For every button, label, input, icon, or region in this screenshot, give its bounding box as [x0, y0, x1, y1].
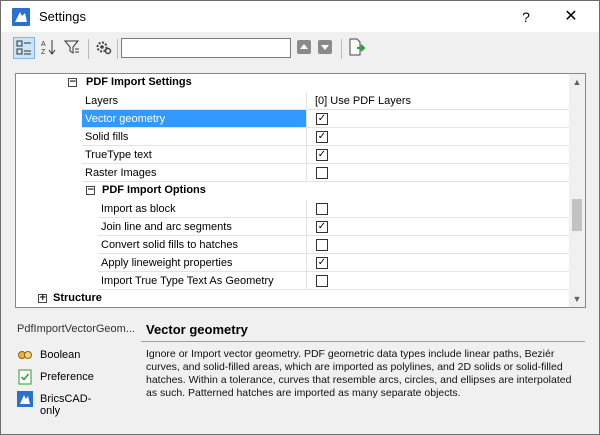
property-value [307, 164, 569, 182]
variable-name: PdfImportVectorGeom... [17, 323, 135, 335]
category-structure[interactable]: + Structure [16, 290, 569, 307]
solid-fills-checkbox[interactable]: ✓ [316, 131, 328, 143]
property-value [307, 200, 569, 218]
convert-solid-fills-checkbox[interactable] [316, 239, 328, 251]
move-up-button[interactable] [297, 40, 311, 54]
property-row-join-segments[interactable]: Join line and arc segments ✓ [16, 218, 569, 236]
legend-label: Preference [40, 371, 94, 383]
import-truetype-geometry-checkbox[interactable] [316, 275, 328, 287]
category-pdf-import-settings[interactable]: − PDF Import Settings [16, 74, 569, 92]
toolbar-separator [117, 39, 118, 59]
description-title: Vector geometry [146, 322, 248, 337]
property-name: Raster Images [82, 164, 307, 182]
property-name: Import True Type Text As Geometry [98, 272, 307, 290]
sort-az-icon: A Z [41, 40, 56, 56]
vertical-scrollbar[interactable]: ▲ ▼ [569, 74, 585, 307]
settings-window: Settings ? ✕ A Z − PDF Import Settings L… [0, 0, 600, 435]
description-text: Ignore or Import vector geometry. PDF ge… [146, 348, 572, 399]
title-bar: Settings ? ✕ [1, 1, 599, 32]
import-as-block-checkbox[interactable] [316, 203, 328, 215]
boolean-icon [18, 351, 32, 359]
category-label: PDF Import Settings [86, 76, 192, 88]
property-row-convert-solid-fills[interactable]: Convert solid fills to hatches [16, 236, 569, 254]
property-value: ✓ [307, 146, 569, 164]
filter-button[interactable] [62, 37, 84, 59]
raster-images-checkbox[interactable] [316, 167, 328, 179]
bricscad-app-icon [12, 8, 30, 26]
collapse-icon[interactable]: − [86, 186, 95, 195]
legend-label: Boolean [40, 349, 81, 361]
property-row-import-truetype-geometry[interactable]: Import True Type Text As Geometry [16, 272, 569, 290]
property-row-solid-fills[interactable]: Solid fills ✓ [16, 128, 569, 146]
description-divider [141, 341, 585, 342]
category-label: PDF Import Options [102, 184, 206, 196]
preference-icon [18, 369, 32, 385]
settings-tree: − PDF Import Settings Layers [0] Use PDF… [16, 74, 569, 307]
property-value: ✓ [307, 254, 569, 272]
settings-tree-panel: − PDF Import Settings Layers [0] Use PDF… [15, 73, 586, 308]
property-value [307, 272, 569, 290]
property-name: TrueType text [82, 146, 307, 164]
svg-text:A: A [41, 41, 46, 48]
scroll-up-icon[interactable]: ▲ [569, 74, 585, 90]
property-row-layers[interactable]: Layers [0] Use PDF Layers [16, 92, 569, 110]
category-label: Structure [53, 292, 102, 304]
scroll-down-icon[interactable]: ▼ [569, 291, 585, 307]
legend-label: BricsCAD-only [40, 393, 92, 417]
filter-icon [63, 40, 80, 54]
gear-icon [96, 41, 112, 55]
apply-lineweight-checkbox[interactable]: ✓ [316, 257, 328, 269]
arrow-down-icon [321, 45, 329, 50]
property-value: ✓ [307, 218, 569, 236]
property-row-raster-images[interactable]: Raster Images [16, 164, 569, 182]
svg-text:Z: Z [41, 49, 46, 56]
property-value [307, 236, 569, 254]
collapse-icon[interactable]: − [68, 78, 77, 87]
toolbar-separator [88, 39, 89, 59]
help-button[interactable]: ? [512, 6, 540, 28]
window-title: Settings [39, 9, 86, 24]
expand-icon[interactable]: + [38, 294, 47, 303]
alphabetical-view-button[interactable]: A Z [38, 37, 60, 59]
toolbar-separator [341, 39, 342, 59]
property-value: ✓ [307, 110, 569, 128]
category-pdf-import-options[interactable]: − PDF Import Options [16, 182, 569, 200]
property-name: Vector geometry [82, 110, 307, 128]
property-name: Convert solid fills to hatches [98, 236, 307, 254]
property-name: Apply lineweight properties [98, 254, 307, 272]
property-name: Layers [82, 92, 307, 110]
property-row-apply-lineweight[interactable]: Apply lineweight properties ✓ [16, 254, 569, 272]
toolbar: A Z [1, 32, 599, 66]
settings-button[interactable] [93, 37, 115, 59]
property-name: Solid fills [82, 128, 307, 146]
categorized-icon [16, 40, 31, 55]
layers-value[interactable]: [0] Use PDF Layers [307, 92, 569, 110]
bricscad-icon [17, 391, 33, 407]
property-row-truetype-text[interactable]: TrueType text ✓ [16, 146, 569, 164]
property-row-import-as-block[interactable]: Import as block [16, 200, 569, 218]
close-button[interactable]: ✕ [557, 6, 585, 28]
join-segments-checkbox[interactable]: ✓ [316, 221, 328, 233]
property-name: Join line and arc segments [98, 218, 307, 236]
scroll-thumb[interactable] [572, 199, 582, 231]
property-name: Import as block [98, 200, 307, 218]
search-input[interactable] [121, 38, 291, 58]
export-button[interactable] [346, 37, 368, 59]
property-value: ✓ [307, 128, 569, 146]
truetype-text-checkbox[interactable]: ✓ [316, 149, 328, 161]
export-icon [349, 38, 366, 56]
categorized-view-button[interactable] [13, 37, 35, 59]
move-down-button[interactable] [318, 40, 332, 54]
arrow-up-icon [300, 44, 308, 49]
property-row-vector-geometry[interactable]: Vector geometry ✓ [16, 110, 569, 128]
vector-geometry-checkbox[interactable]: ✓ [316, 113, 328, 125]
